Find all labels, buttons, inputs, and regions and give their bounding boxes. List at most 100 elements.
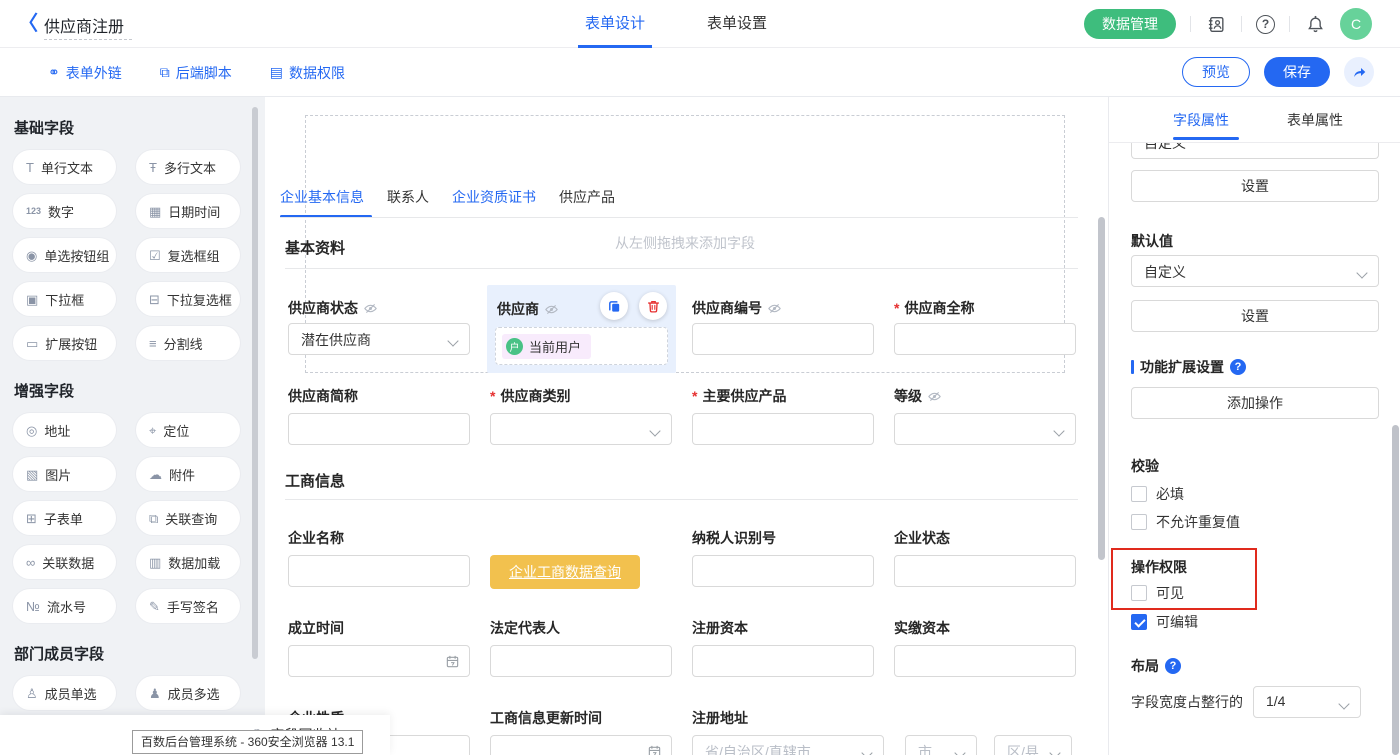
tab-form-settings[interactable]: 表单设置: [707, 0, 767, 48]
default-value-select[interactable]: 自定义: [1131, 255, 1379, 287]
notification-bell-icon[interactable]: [1304, 13, 1326, 35]
company-status-input[interactable]: [894, 555, 1076, 587]
supplier-no-input[interactable]: [692, 323, 874, 355]
sidebar-field-data-load[interactable]: ▥数据加载: [136, 545, 240, 579]
sidebar-field-member-multi[interactable]: ♟成员多选: [136, 676, 240, 710]
canvas-scrollbar[interactable]: [1098, 217, 1105, 560]
field-label-paidin-capital: 实缴资本: [894, 618, 950, 638]
checkbox-group-icon: ☑: [149, 249, 161, 262]
field-pill-label: 单行文本: [41, 158, 93, 177]
preview-button[interactable]: 预览: [1182, 57, 1250, 87]
field-label-main-products: * 主要供应产品: [692, 386, 786, 406]
required-checkbox[interactable]: [1131, 486, 1147, 502]
delete-field-button[interactable]: [639, 292, 667, 320]
form-canvas: 企业基本信息 联系人 企业资质证书 供应产品 基本资料 从左侧拖拽来添加字段 供…: [265, 97, 1108, 755]
settings-button-default[interactable]: 设置: [1131, 300, 1379, 332]
sidebar-field-serial-number[interactable]: №流水号: [13, 589, 116, 623]
sidebar-field-location[interactable]: ⌖定位: [136, 413, 240, 447]
section-divider: [285, 499, 1078, 500]
sidebar-field-dropdown-multi[interactable]: ⊟下拉复选框: [136, 282, 240, 316]
default-value-label: 默认值: [1131, 231, 1173, 251]
sidebar-field-divider[interactable]: ≡分割线: [136, 326, 240, 360]
help-icon[interactable]: ?: [1230, 359, 1246, 375]
taxpayer-id-input[interactable]: [692, 555, 874, 587]
current-user-tag[interactable]: 户 当前用户: [502, 334, 591, 359]
sidebar-field-single-line-text[interactable]: T单行文本: [13, 150, 116, 184]
form-external-link[interactable]: ⚭ 表单外链: [48, 63, 122, 83]
clipped-select[interactable]: 自定义: [1131, 143, 1379, 159]
supplier-status-select[interactable]: 潜在供应商: [288, 323, 470, 355]
address-icon: ◎: [26, 424, 37, 437]
sidebar-field-signature[interactable]: ✎手写签名: [136, 589, 240, 623]
eye-off-icon: [927, 389, 942, 404]
sidebar-field-address[interactable]: ◎地址: [13, 413, 116, 447]
grade-select[interactable]: [894, 413, 1076, 445]
add-operation-button[interactable]: 添加操作: [1131, 387, 1379, 419]
share-button[interactable]: [1344, 57, 1374, 87]
sidebar-field-extend-button[interactable]: ▭扩展按钮: [13, 326, 116, 360]
company-name-input[interactable]: [288, 555, 470, 587]
save-button[interactable]: 保存: [1264, 57, 1330, 87]
no-duplicate-checkbox[interactable]: [1131, 514, 1147, 530]
section-basic-info: 基本资料: [285, 237, 345, 258]
back-icon[interactable]: 〈: [18, 11, 38, 37]
settings-button-top[interactable]: 设置: [1131, 170, 1379, 202]
data-permission-link[interactable]: ▤ 数据权限: [270, 63, 345, 83]
copy-field-button[interactable]: [600, 292, 628, 320]
tab-supply-products[interactable]: 供应产品: [559, 187, 615, 220]
editable-checkbox[interactable]: [1131, 614, 1147, 630]
supplier-fullname-input[interactable]: [894, 323, 1076, 355]
eye-off-icon: [363, 301, 378, 316]
sidebar-field-attachment[interactable]: ☁附件: [136, 457, 240, 491]
tabs-bottom-line: [280, 217, 1078, 218]
user-avatar[interactable]: C: [1340, 8, 1372, 40]
tab-form-properties[interactable]: 表单属性: [1287, 110, 1343, 130]
serial-number-icon: №: [26, 600, 40, 613]
sidebar-field-number[interactable]: 123数字: [13, 194, 116, 228]
help-icon[interactable]: ?: [1256, 15, 1275, 34]
eye-off-icon: [767, 301, 782, 316]
sidebar-field-multi-line-text[interactable]: Ŧ多行文本: [136, 150, 240, 184]
data-manage-button[interactable]: 数据管理: [1084, 9, 1176, 39]
sidebar-field-member-single[interactable]: ♙成员单选: [13, 676, 116, 710]
sidebar-section-title: 增强字段: [14, 380, 265, 401]
address-province-select[interactable]: 省/自治区/直辖市: [692, 735, 884, 755]
sidebar-sections: 基础字段T单行文本Ŧ多行文本123数字▦日期时间◉单选按钮组☑复选框组▣下拉框⊟…: [0, 117, 265, 710]
tab-contacts[interactable]: 联系人: [387, 187, 429, 220]
sidebar-field-sub-form[interactable]: ⊞子表单: [13, 501, 116, 535]
address-district-select[interactable]: 区/县: [994, 735, 1072, 755]
supplier-shortname-input[interactable]: [288, 413, 470, 445]
sidebar-field-relation-data[interactable]: ∞关联数据: [13, 545, 116, 579]
sidebar-field-checkbox-group[interactable]: ☑复选框组: [136, 238, 240, 272]
sidebar-field-dropdown[interactable]: ▣下拉框: [13, 282, 116, 316]
sidebar-field-relation-query[interactable]: ⧉关联查询: [136, 501, 240, 535]
supplier-category-select[interactable]: [490, 413, 672, 445]
legal-rep-input[interactable]: [490, 645, 672, 677]
main-products-input[interactable]: [692, 413, 874, 445]
supplier-member-input[interactable]: 户 当前用户: [495, 327, 668, 365]
address-city-select[interactable]: 市: [905, 735, 977, 755]
window-scrollbar[interactable]: [1392, 425, 1399, 755]
sidebar-scrollbar[interactable]: [252, 107, 258, 659]
registered-capital-input[interactable]: [692, 645, 874, 677]
visible-checkbox[interactable]: [1131, 585, 1147, 601]
tab-field-properties[interactable]: 字段属性: [1173, 110, 1229, 130]
sidebar-field-image[interactable]: ▧图片: [13, 457, 116, 491]
sidebar-field-radio-group[interactable]: ◉单选按钮组: [13, 238, 116, 272]
biz-update-time-date-input[interactable]: [490, 735, 672, 755]
paidin-capital-input[interactable]: [894, 645, 1076, 677]
help-icon[interactable]: ?: [1165, 658, 1181, 674]
field-pill-label: 关联查询: [165, 509, 217, 528]
address-book-icon[interactable]: [1205, 13, 1227, 35]
field-pill-label: 附件: [169, 465, 195, 484]
field-pill-label: 图片: [45, 465, 71, 484]
field-width-select[interactable]: 1/4: [1253, 686, 1361, 718]
field-label-biz-update-time: 工商信息更新时间: [490, 708, 602, 728]
tab-company-qualification[interactable]: 企业资质证书: [452, 187, 536, 220]
tab-form-design[interactable]: 表单设计: [585, 0, 645, 48]
selected-field-supplier[interactable]: 供应商 户 当前用户: [487, 285, 676, 373]
biz-data-query-button[interactable]: 企业工商数据查询: [490, 555, 640, 589]
founded-time-date-input[interactable]: [288, 645, 470, 677]
sidebar-field-datetime[interactable]: ▦日期时间: [136, 194, 240, 228]
backend-script-link[interactable]: ⧉ 后端脚本: [160, 63, 232, 83]
